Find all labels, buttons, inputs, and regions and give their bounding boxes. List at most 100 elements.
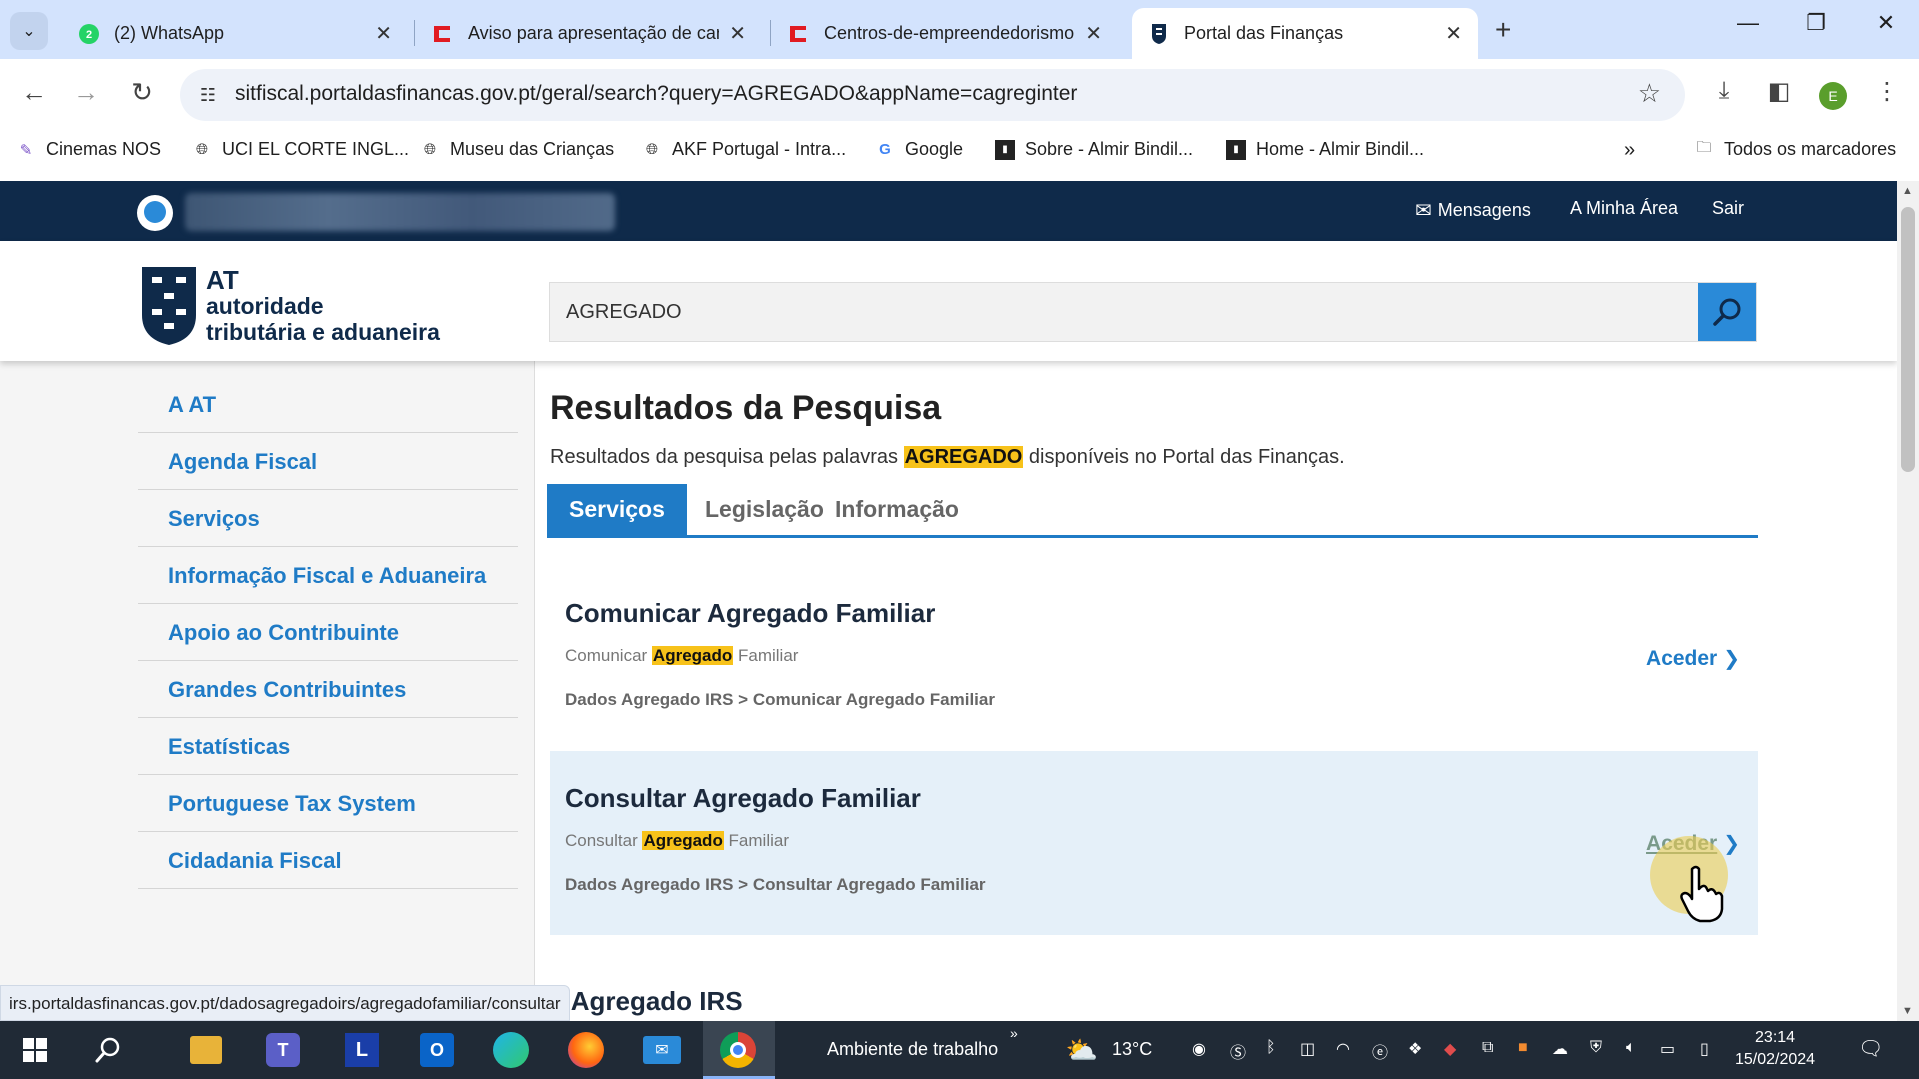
meet-icon[interactable]: ⧉ — [1482, 1039, 1493, 1057]
user-avatar[interactable] — [137, 195, 173, 231]
search-icon[interactable] — [88, 1030, 128, 1070]
sidebar-item-agenda-fiscal[interactable]: Agenda Fiscal — [138, 433, 518, 490]
taskbar-search-text[interactable]: Ambiente de trabalho — [827, 1039, 998, 1060]
skype-icon[interactable]: Ⓢ — [1230, 1039, 1246, 1063]
profile-avatar[interactable]: E — [1819, 82, 1847, 110]
tab-close-icon[interactable]: ✕ — [1085, 21, 1102, 46]
bookmark-museu[interactable]: 🌐︎ Museu das Crianças — [420, 139, 614, 160]
security-icon[interactable]: ⛨ — [1590, 1039, 1602, 1057]
firefox-icon[interactable] — [568, 1032, 604, 1068]
tray-app-icon[interactable]: ◫ — [1300, 1039, 1315, 1059]
minimize-icon[interactable]: — — [1728, 10, 1768, 36]
search-input[interactable] — [550, 283, 1700, 341]
result-title[interactable]: Comunicar Agregado Familiar — [565, 598, 935, 629]
sidebar-item-servicos[interactable]: Serviços — [138, 490, 518, 547]
bookmark-home-almir[interactable]: ▮ Home - Almir Bindil... — [1226, 139, 1424, 160]
wifi-icon[interactable]: ◠ — [1336, 1039, 1350, 1059]
result-item[interactable]: Comunicar Agregado Familiar Comunicar Ag… — [550, 566, 1758, 750]
sidebar-item-informacao-fiscal[interactable]: Informação Fiscal e Aduaneira — [138, 547, 518, 604]
chrome-taskbar-active[interactable] — [703, 1021, 775, 1079]
bookmark-uci[interactable]: 🌐︎ UCI EL CORTE INGL... — [192, 139, 409, 160]
scroll-up-icon[interactable]: ▲ — [1902, 185, 1913, 197]
sidebar-item-grandes-contribuintes[interactable]: Grandes Contribuintes — [138, 661, 518, 718]
network-icon[interactable]: ▭ — [1660, 1039, 1675, 1059]
address-bar[interactable]: ☷ sitfiscal.portaldasfinancas.gov.pt/ger… — [180, 69, 1685, 121]
logout-link[interactable]: Sair — [1712, 198, 1744, 219]
download-icon[interactable]: ⤓ — [1707, 77, 1741, 105]
weather-icon[interactable]: ⛅ — [1062, 1030, 1102, 1070]
volume-icon[interactable]: 🔈︎ — [1626, 1039, 1636, 1057]
onedrive-icon[interactable]: ☁ — [1552, 1039, 1568, 1059]
search-button[interactable] — [1698, 283, 1756, 341]
screen: ⌄ 2 (2) WhatsApp ✕ Aviso para apresentaç… — [0, 0, 1919, 1079]
tray-app-icon[interactable]: ■ — [1518, 1039, 1528, 1057]
result-title[interactable]: Consultar Agregado Familiar — [565, 783, 921, 814]
teams-icon[interactable]: T — [266, 1033, 300, 1067]
sidebar-item-cidadania-fiscal[interactable]: Cidadania Fiscal — [138, 832, 518, 889]
desc-text: Familiar — [723, 831, 789, 850]
side-panel-icon[interactable]: ◧ — [1762, 77, 1796, 106]
tab-search-button[interactable]: ⌄ — [10, 12, 48, 50]
scroll-down-icon[interactable]: ▼ — [1902, 1005, 1913, 1017]
result-path: Dados Agregado IRS > Consultar Agregado … — [565, 875, 986, 894]
tab-portal-financas[interactable]: Portal das Finanças ✕ — [1132, 8, 1478, 59]
result-item[interactable]: Consultar Agregado Familiar Consultar Ag… — [550, 751, 1758, 935]
red-e-icon — [432, 23, 454, 45]
restore-icon[interactable]: ❐ — [1796, 10, 1836, 36]
bookmark-google[interactable]: G Google — [875, 139, 963, 160]
messages-link[interactable]: ✉ Mensagens — [1415, 198, 1531, 223]
scrollbar-thumb[interactable] — [1901, 207, 1915, 472]
tray-app-icon[interactable]: ◉ — [1192, 1039, 1206, 1059]
bluetooth-icon[interactable]: ᛒ — [1266, 1039, 1276, 1057]
dropbox-icon[interactable]: ❖ — [1408, 1039, 1422, 1059]
temperature-text[interactable]: 13°C — [1112, 1039, 1152, 1060]
sidebar-item-a-at[interactable]: A AT — [138, 376, 518, 433]
tab-aviso[interactable]: Aviso para apresentação de can ✕ — [416, 8, 762, 59]
desc-text: Comunicar — [565, 646, 652, 665]
taskbar-clock[interactable]: 23:14 15/02/2024 — [1735, 1027, 1815, 1071]
subtitle-text: Resultados da pesquisa pelas palavras — [550, 446, 904, 468]
site-settings-icon[interactable]: ☷ — [194, 81, 222, 109]
chevron-right-icon[interactable]: » — [1010, 1025, 1018, 1041]
sidebar-item-estatisticas[interactable]: Estatísticas — [138, 718, 518, 775]
tab-close-icon[interactable]: ✕ — [375, 21, 392, 46]
tab-centros[interactable]: Centros-de-empreendedorismo ✕ — [772, 8, 1118, 59]
notifications-icon[interactable]: 🗨︎ — [1858, 1036, 1883, 1061]
reload-button[interactable]: ↻ — [124, 77, 160, 108]
outlook-icon[interactable]: O — [420, 1033, 454, 1067]
edge-icon[interactable] — [493, 1032, 529, 1068]
windows-start-icon[interactable] — [15, 1030, 55, 1070]
aceder-link[interactable]: Aceder❯ — [1646, 646, 1740, 671]
sidebar-item-apoio-contribuinte[interactable]: Apoio ao Contribuinte — [138, 604, 518, 661]
new-tab-button[interactable]: + — [1495, 14, 1511, 46]
file-explorer-icon[interactable] — [190, 1036, 222, 1064]
tab-close-icon[interactable]: ✕ — [1445, 21, 1462, 46]
menu-icon[interactable]: ⋮ — [1870, 77, 1904, 106]
my-area-link[interactable]: A Minha Área — [1570, 198, 1678, 219]
mail-icon[interactable]: ✉ — [643, 1036, 681, 1064]
more-bookmarks-icon[interactable]: » — [1624, 139, 1635, 162]
result-title-partial[interactable]: s Agregado IRS — [550, 986, 743, 1017]
back-button[interactable]: ← — [16, 77, 52, 108]
tab-whatsapp[interactable]: 2 (2) WhatsApp ✕ — [62, 8, 408, 59]
bookmark-cinemas-nos[interactable]: ✎ Cinemas NOS — [16, 139, 161, 160]
tab-servicos[interactable]: Serviços — [547, 484, 687, 535]
battery-icon[interactable]: ▯ — [1700, 1039, 1709, 1059]
close-window-icon[interactable]: ✕ — [1866, 10, 1906, 36]
bookmark-sobre-almir[interactable]: ▮ Sobre - Almir Bindil... — [995, 139, 1193, 160]
address-url[interactable]: sitfiscal.portaldasfinancas.gov.pt/geral… — [235, 82, 1077, 106]
at-logo[interactable]: AT autoridade tributária e aduaneira — [140, 263, 460, 353]
bookmark-star-icon[interactable]: ☆ — [1638, 78, 1661, 109]
all-bookmarks-button[interactable]: 🗀 Todos os marcadores — [1694, 139, 1896, 160]
tab-close-icon[interactable]: ✕ — [729, 21, 746, 46]
tab-informacao[interactable]: Informação — [813, 484, 981, 535]
forward-button[interactable]: → — [68, 77, 104, 108]
portal-search — [549, 282, 1757, 342]
bookmark-akf[interactable]: 🌐︎ AKF Portugal - Intra... — [642, 139, 846, 160]
sidebar-item-portuguese-tax-system[interactable]: Portuguese Tax System — [138, 775, 518, 832]
edge-tray-icon[interactable]: ⓔ — [1372, 1039, 1388, 1063]
page-scrollbar[interactable]: ▲ ▼ — [1897, 181, 1919, 1021]
tray-app-icon[interactable]: ◆ — [1444, 1039, 1456, 1059]
l-app-icon[interactable]: L — [345, 1033, 379, 1067]
globe-icon: 🌐︎ — [195, 141, 208, 158]
